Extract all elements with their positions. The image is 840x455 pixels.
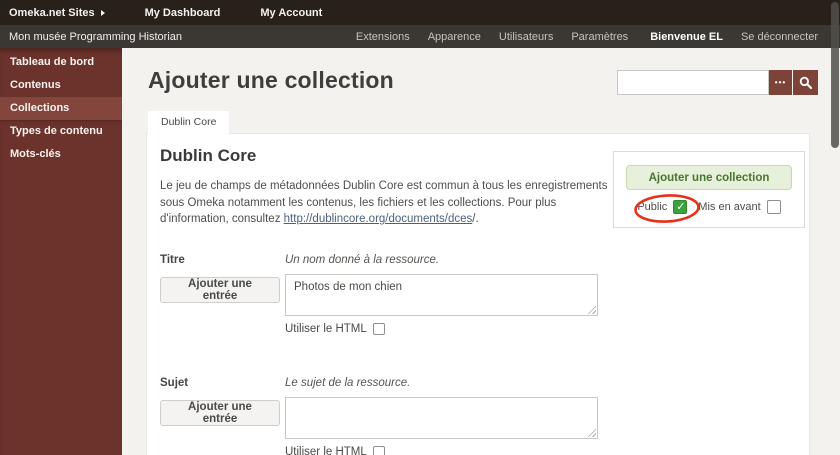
add-entry-button[interactable]: Ajouter une entrée (160, 400, 280, 426)
dublin-core-panel: Dublin Core Le jeu de champs de métadonn… (147, 134, 809, 455)
nav-parametres[interactable]: Paramètres (571, 31, 628, 43)
use-html-checkbox[interactable] (372, 446, 385, 455)
save-panel: Ajouter une collection Public Mis en ava… (613, 151, 805, 228)
use-html-label: Utiliser le HTML (285, 446, 367, 455)
field-description: Un nom donné à la ressource. (285, 254, 440, 266)
add-collection-button[interactable]: Ajouter une collection (626, 165, 792, 190)
sidebar-item-types-de-contenu[interactable]: Types de contenu (0, 120, 122, 143)
site-title-link[interactable]: Mon musée Programming Historian (0, 31, 182, 43)
search-icon (799, 76, 812, 89)
sidebar-item-mots-cles[interactable]: Mots-clés (0, 143, 122, 166)
panel-title: Dublin Core (160, 146, 257, 165)
field-description: Le sujet de la ressource. (285, 377, 411, 389)
main-content: Ajouter une collection ••• Dublin Core D… (122, 48, 840, 455)
top-bar: Omeka.net Sites My Dashboard My Account (0, 0, 840, 25)
omeka-sites-label: Omeka.net Sites (9, 6, 95, 19)
nav-apparence[interactable]: Apparence (428, 31, 481, 43)
field-row-titre: Titre Ajouter une entrée Un nom donné à … (160, 254, 760, 335)
logout-link[interactable]: Se déconnecter (741, 31, 818, 43)
public-checkbox[interactable] (673, 200, 688, 214)
featured-label: Mis en avant (698, 201, 761, 213)
search-bar: ••• (617, 70, 818, 95)
dropdown-arrow-icon (100, 9, 105, 16)
panel-description: Le jeu de champs de métadonnées Dublin C… (160, 178, 615, 228)
search-input[interactable] (617, 70, 769, 95)
sujet-textarea[interactable] (285, 397, 598, 439)
scrollbar-thumb[interactable] (831, 2, 839, 148)
use-html-checkbox[interactable] (372, 323, 385, 335)
my-account-link[interactable]: My Account (246, 0, 336, 25)
public-label: Public (637, 201, 668, 213)
sidebar: Tableau de bord Contenus Collections Typ… (0, 48, 122, 455)
visibility-options: Public Mis en avant (614, 200, 804, 214)
ellipsis-icon: ••• (774, 78, 787, 87)
add-entry-button[interactable]: Ajouter une entrée (160, 277, 280, 303)
scrollbar (830, 0, 840, 455)
nav-utilisateurs[interactable]: Utilisateurs (499, 31, 553, 43)
featured-checkbox[interactable] (766, 200, 781, 214)
search-submit-button[interactable] (793, 70, 818, 95)
admin-bar: Mon musée Programming Historian Extensio… (0, 25, 840, 48)
welcome-user-label: Bienvenue EL (650, 30, 723, 43)
dublincore-link[interactable]: http://dublincore.org/documents/dces (284, 213, 473, 225)
my-dashboard-link[interactable]: My Dashboard (131, 0, 235, 25)
page-title: Ajouter une collection (148, 67, 394, 93)
advanced-search-button[interactable]: ••• (769, 70, 792, 95)
omeka-sites-menu[interactable]: Omeka.net Sites (0, 0, 119, 25)
field-row-sujet: Sujet Ajouter une entrée Le sujet de la … (160, 377, 760, 455)
titre-textarea[interactable]: Photos de mon chien (285, 274, 598, 316)
use-html-label: Utiliser le HTML (285, 323, 367, 335)
sidebar-item-collections[interactable]: Collections (0, 97, 122, 120)
tab-dublin-core[interactable]: Dublin Core (148, 111, 230, 134)
admin-nav: Extensions Apparence Utilisateurs Paramè… (338, 31, 840, 43)
sidebar-item-tableau-de-bord[interactable]: Tableau de bord (0, 51, 122, 74)
field-label: Titre (160, 254, 185, 266)
nav-extensions[interactable]: Extensions (356, 31, 410, 43)
description-suffix: /. (472, 213, 479, 226)
field-label: Sujet (160, 377, 189, 389)
sidebar-item-contenus[interactable]: Contenus (0, 74, 122, 97)
